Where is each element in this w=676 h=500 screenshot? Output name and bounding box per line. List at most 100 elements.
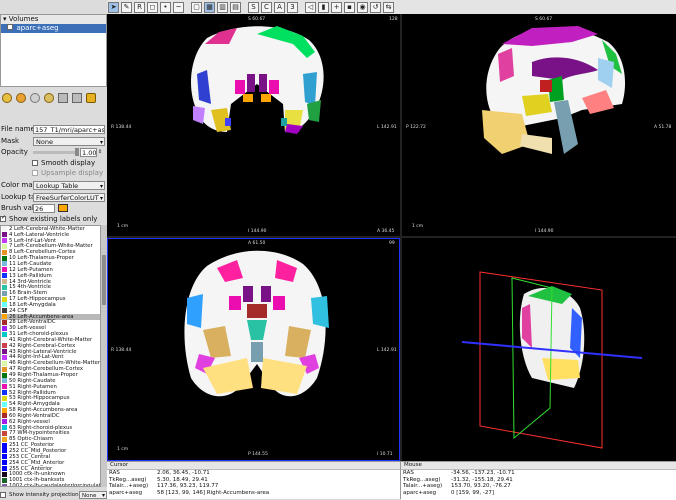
pointset-icon[interactable]: • — [160, 1, 171, 13]
label-color-swatch — [2, 384, 7, 390]
cursor-info-value[interactable]: 58 [123, 99, 146] Right-Accumbens-area — [157, 490, 400, 497]
coronal-view[interactable]: S 60.67 I 144.90 R 138.44 L 142.91 128 A… — [107, 14, 400, 236]
edit-icon[interactable]: ✎ — [121, 1, 132, 13]
label-list[interactable]: 2 Left-Cerebral-White-Matter 4 Left-Later… — [0, 225, 101, 487]
move-up-icon[interactable] — [58, 93, 68, 103]
layer-add-icon[interactable] — [2, 93, 12, 103]
label-color-swatch — [2, 407, 7, 413]
nav-icon[interactable]: ➤ — [108, 1, 119, 13]
lock-icon[interactable] — [86, 93, 96, 103]
coronal-bottom-label: I 144.90 — [248, 229, 267, 234]
axial-slice-coord: I 10.71 — [377, 452, 393, 457]
sagittal-view-icon[interactable]: S — [248, 1, 259, 13]
layer-remove-icon[interactable] — [16, 93, 26, 103]
view-divider-horizontal[interactable] — [107, 236, 676, 238]
axial-left-label: R 138.44 — [111, 348, 132, 353]
label-color-swatch — [2, 273, 7, 279]
brush-color-swatch[interactable] — [58, 204, 68, 212]
label-color-swatch — [2, 425, 7, 431]
layer-list[interactable]: ▾ Volumes aparc+aseg — [0, 14, 107, 87]
label-color-swatch — [2, 331, 7, 337]
layer-lock-icon[interactable] — [44, 93, 54, 103]
lut-row: Lookup table FreeSurferColorLUT — [0, 192, 107, 203]
label-color-swatch — [2, 460, 7, 466]
scrollbar-thumb[interactable] — [102, 255, 106, 305]
label-color-swatch — [2, 454, 7, 460]
axial-view-icon[interactable]: A — [274, 1, 285, 13]
lut-select[interactable]: FreeSurferColorLUT — [33, 192, 105, 203]
axial-slice-image — [184, 250, 329, 397]
sagittal-left-label: P 122.72 — [406, 125, 426, 130]
label-color-swatch — [2, 279, 7, 285]
cursor-info-row: aparc+aseg 58 [123, 99, 146] Right-Accumb… — [107, 490, 400, 497]
brush-row: Brush value 26 — [0, 203, 107, 213]
snapshot-icon[interactable]: ◉ — [357, 1, 368, 13]
label-color-swatch — [2, 290, 7, 296]
prev-icon[interactable]: ◁ — [305, 1, 316, 13]
layer-visible-checkbox[interactable] — [7, 24, 14, 30]
cursor-info-key: aparc+aseg — [109, 489, 143, 496]
label-color-swatch — [2, 302, 7, 308]
2x2-layout-icon[interactable]: ▦ — [204, 1, 215, 13]
layer-group-header[interactable]: ▾ Volumes — [1, 15, 106, 24]
mouse-panel-title: Mouse — [401, 462, 676, 470]
contour-icon[interactable]: ~ — [173, 1, 184, 13]
sync-icon[interactable]: ⇆ — [383, 1, 394, 13]
max-projection-select[interactable]: None — [79, 490, 107, 499]
smooth-row: Smooth display — [0, 158, 107, 168]
axial-bottom-label: P 144.55 — [248, 452, 268, 457]
1x3h-layout-icon[interactable]: ▤ — [230, 1, 241, 13]
3d-render-image — [461, 271, 643, 449]
file-name-field[interactable]: 157_T1/mri/aparc+aseg.mgz — [33, 124, 105, 134]
opacity-row: Opacity 1.00 ⇕ — [1, 147, 103, 157]
file-name-row: File name 157_T1/mri/aparc+aseg.mgz — [1, 124, 105, 134]
lut-icon[interactable]: ▮ — [318, 1, 329, 13]
3d-view-icon[interactable]: 3 — [287, 1, 298, 13]
max-projection-checkbox[interactable] — [0, 491, 6, 498]
label-color-swatch — [2, 413, 7, 419]
coronal-scale-bar: 1 cm — [117, 224, 129, 229]
mouse-info-key: aparc+aseg — [403, 489, 437, 496]
upsample-row: Upsample display — [0, 168, 107, 178]
label-color-swatch — [2, 471, 7, 477]
label-color-swatch — [2, 249, 7, 255]
coronal-view-icon[interactable]: C — [261, 1, 272, 13]
move-down-icon[interactable] — [72, 93, 82, 103]
smooth-checkbox[interactable] — [32, 160, 38, 166]
label-list-item[interactable]: 1002 ctx-lh-caudalanteriorcingulate — [1, 483, 101, 487]
opacity-slider-handle[interactable] — [75, 147, 79, 156]
label-color-swatch — [2, 319, 7, 325]
coronal-left-label: R 138.44 — [111, 125, 132, 130]
layer-button-row — [0, 93, 107, 105]
mouse-info-panel: Mouse RAS -34.56, -137.23, -10.71 TkReg...… — [401, 461, 676, 500]
show-existing-checkbox[interactable]: ✓ — [0, 214, 6, 222]
mask-select[interactable]: None — [33, 136, 105, 147]
label-color-swatch — [2, 267, 7, 273]
label-color-swatch — [2, 390, 7, 396]
sagittal-view[interactable]: S 60.67 I 144.90 P 122.72 A 51.78 1 cm — [402, 14, 676, 236]
brush-value-field[interactable]: 26 — [33, 203, 55, 213]
1x3-layout-icon[interactable]: ▥ — [217, 1, 228, 13]
label-color-swatch — [2, 325, 7, 331]
1x1-layout-icon[interactable]: ▢ — [191, 1, 202, 13]
opacity-slider[interactable] — [33, 147, 79, 156]
layer-save-icon[interactable] — [30, 93, 40, 103]
layer-item-aparc-aseg[interactable]: aparc+aseg — [1, 24, 106, 33]
colormap-select[interactable]: Lookup Table — [33, 180, 105, 191]
axial-view[interactable]: A 61.50 P 144.55 R 138.44 L 142.91 99 I … — [107, 238, 400, 461]
cursor-style-icon[interactable]: + — [331, 1, 342, 13]
roi-icon[interactable]: ◻ — [147, 1, 158, 13]
upsample-checkbox[interactable] — [32, 170, 38, 176]
label-list-item-text: 1002 ctx-lh-caudalanteriorcingulate — [9, 483, 101, 487]
sagittal-scale-bar: 1 cm — [412, 224, 424, 229]
opacity-stepper[interactable]: ⇕ — [98, 149, 102, 155]
cursor-color-icon[interactable]: ▪ — [344, 1, 355, 13]
axial-scale-bar: 1 cm — [117, 447, 129, 452]
left-panel: ▾ Volumes aparc+aseg File name 157_T1/mr… — [0, 0, 107, 499]
mouse-info-value[interactable]: 0 [159, 99, -27] — [451, 490, 676, 497]
3d-view[interactable] — [402, 238, 676, 461]
recon-icon[interactable]: R — [134, 1, 145, 13]
opacity-field[interactable]: 1.00 — [80, 147, 97, 157]
label-color-swatch — [2, 296, 7, 302]
reset-view-icon[interactable]: ↺ — [370, 1, 381, 13]
